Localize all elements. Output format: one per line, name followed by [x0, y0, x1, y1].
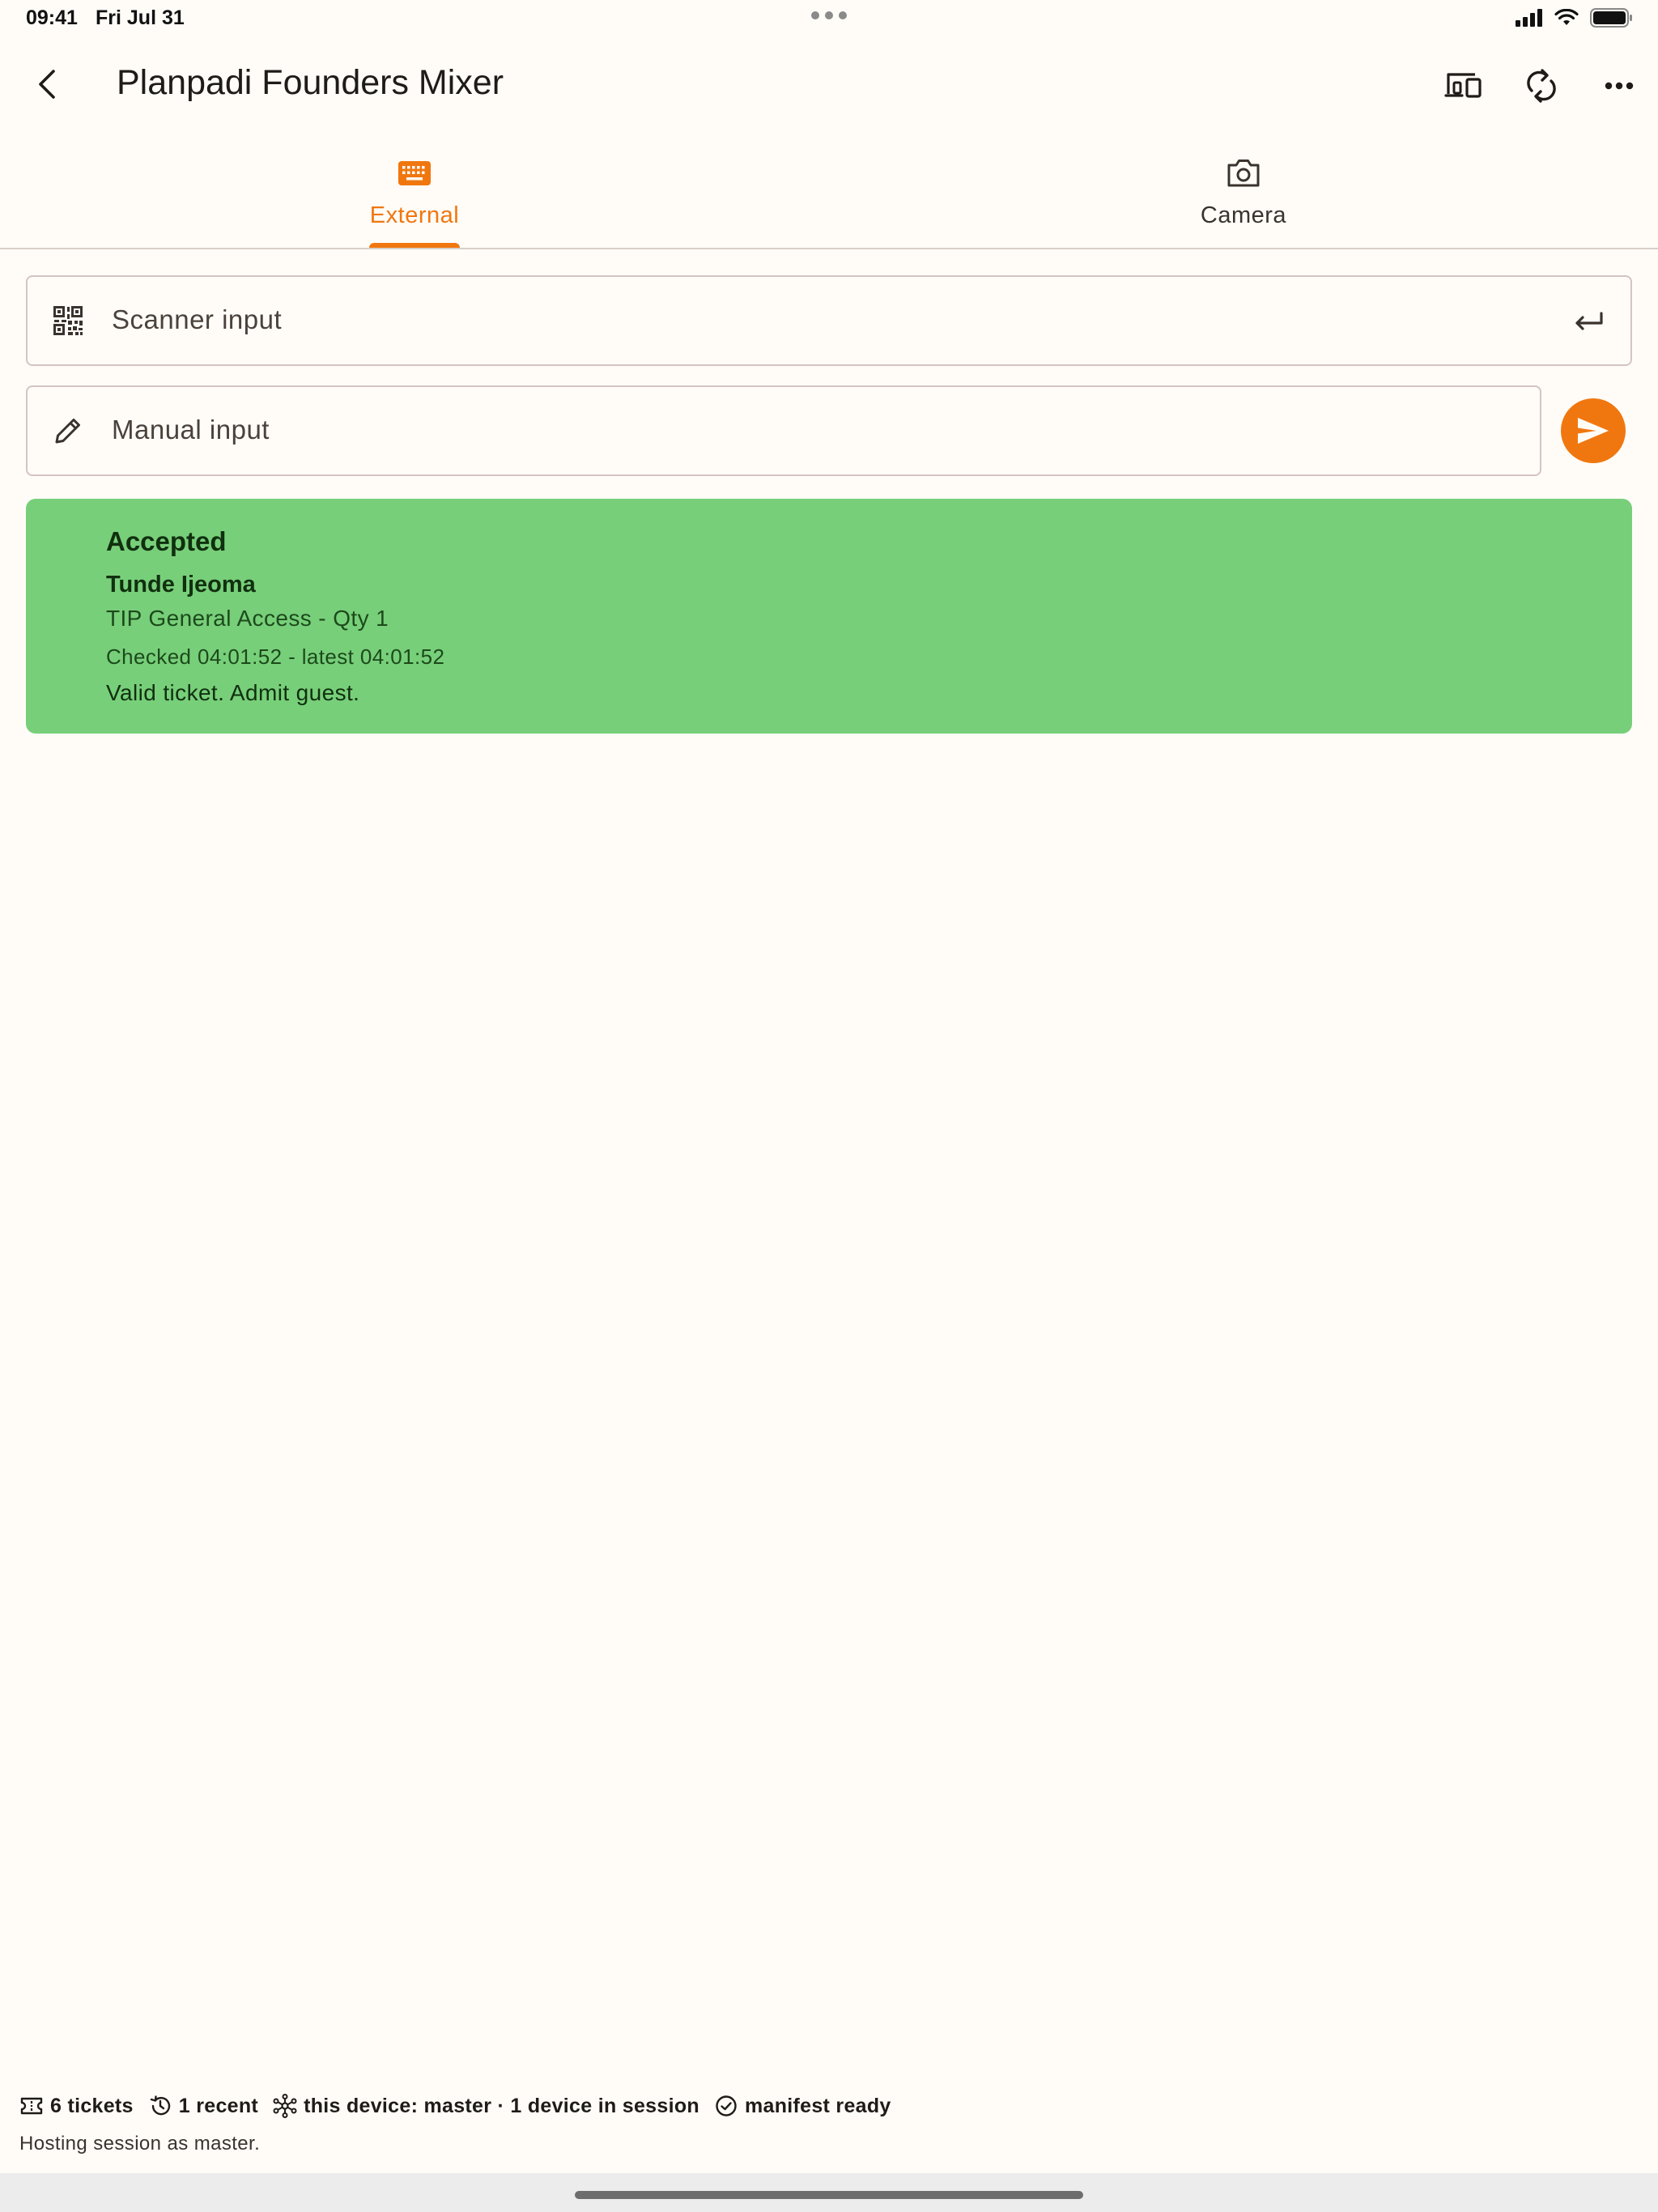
status-indicators	[1516, 8, 1634, 28]
battery-icon	[1590, 8, 1632, 28]
home-indicator[interactable]	[575, 2191, 1083, 2199]
status-date: Fri Jul 31	[96, 6, 185, 29]
enter-button[interactable]	[1571, 304, 1606, 340]
page-title: Planpadi Founders Mixer	[117, 63, 504, 102]
ticket-icon	[20, 2097, 43, 2115]
session-status-panel: 6 tickets 1 recent this device: master ·…	[0, 2082, 1658, 2172]
multitasking-dots[interactable]	[811, 11, 847, 19]
cellular-signal-icon	[1516, 9, 1542, 27]
send-icon	[1578, 418, 1609, 444]
ticket-type: TIP General Access - Qty 1	[106, 606, 389, 631]
enter-icon	[1575, 312, 1603, 330]
scanner-screen: 09:41 Fri Jul 31 Planpadi Founders Mixer…	[0, 0, 1658, 2212]
send-button[interactable]	[1561, 398, 1626, 463]
manual-input[interactable]: Manual input	[26, 385, 1541, 476]
scanner-input[interactable]: Scanner input	[26, 275, 1632, 366]
history-icon	[150, 2095, 170, 2116]
check-circle-icon	[716, 2095, 737, 2116]
tab-camera-label: Camera	[1200, 202, 1287, 228]
session-status-row: 6 tickets 1 recent this device: master ·…	[19, 2094, 906, 2118]
more-button[interactable]	[1593, 60, 1645, 112]
manual-input-placeholder: Manual input	[112, 415, 270, 445]
result-message: Valid ticket. Admit guest.	[106, 680, 360, 705]
devices-icon	[1444, 73, 1482, 98]
scan-result-card: Accepted Tunde Ijeoma TIP General Access…	[26, 499, 1632, 734]
tab-external[interactable]: External	[0, 138, 829, 248]
sync-icon	[1527, 69, 1556, 103]
status-time: 09:41	[26, 6, 78, 29]
device-session-info: this device: master · 1 device in sessio…	[273, 2094, 699, 2118]
sync-button[interactable]	[1516, 60, 1567, 112]
active-tab-indicator	[369, 243, 460, 248]
keyboard-icon	[398, 161, 431, 185]
network-icon	[273, 2094, 297, 2118]
manifest-status: manifest ready	[714, 2094, 891, 2118]
more-horizontal-icon	[1605, 82, 1634, 90]
tab-camera[interactable]: Camera	[829, 138, 1658, 248]
session-subtitle: Hosting session as master.	[19, 2133, 261, 2155]
input-mode-tabs: External Camera	[0, 138, 1658, 249]
back-arrow-icon	[39, 70, 55, 99]
scanner-input-placeholder: Scanner input	[112, 304, 283, 334]
qr-code-icon	[53, 306, 83, 335]
camera-icon	[1227, 160, 1260, 187]
result-status: Accepted	[106, 526, 227, 556]
pencil-icon	[55, 419, 80, 444]
tab-external-label: External	[369, 202, 460, 228]
checked-time: Checked 04:01:52 - latest 04:01:52	[106, 644, 445, 669]
app-bar: Planpadi Founders Mixer	[0, 49, 1658, 123]
status-bar: 09:41 Fri Jul 31	[0, 0, 1658, 39]
recent-count: 1 recent	[148, 2094, 258, 2118]
wifi-icon	[1554, 9, 1579, 25]
back-button[interactable]	[24, 62, 70, 107]
devices-button[interactable]	[1438, 60, 1490, 112]
tickets-count: 6 tickets	[19, 2094, 134, 2118]
guest-name: Tunde Ijeoma	[106, 572, 256, 598]
